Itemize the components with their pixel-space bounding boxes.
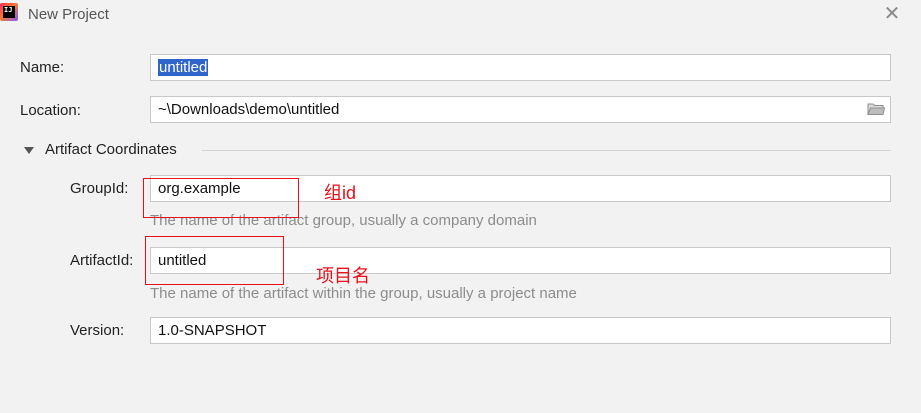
location-label: Location: [20,102,81,119]
artifactid-label: ArtifactId: [70,252,134,269]
location-input[interactable]: ~\Downloads\demo\untitled [150,96,891,123]
section-separator [202,150,891,151]
groupid-highlight-box [143,178,299,218]
name-input[interactable]: untitled [150,54,891,81]
version-label: Version: [70,322,125,339]
title-bar: IJ New Project ✕ [0,0,921,30]
artifactid-highlight-box [145,236,284,285]
name-input-value: untitled [158,59,209,76]
name-label: Name: [20,59,65,76]
version-input[interactable]: 1.0-SNAPSHOT [150,317,891,344]
artifact-coordinates-label: Artifact Coordinates [45,141,177,158]
window-title: New Project [28,6,109,23]
folder-icon[interactable] [867,102,885,116]
app-icon-text: IJ [3,6,15,18]
artifactid-annotation: 项目名 [316,266,370,286]
version-input-value: 1.0-SNAPSHOT [158,322,267,339]
groupid-annotation: 组id [324,183,357,203]
intellij-app-icon: IJ [0,3,18,21]
triangle-down-icon[interactable] [24,147,34,154]
groupid-label: GroupId: [70,180,129,197]
close-icon[interactable]: ✕ [883,4,901,24]
location-input-value: ~\Downloads\demo\untitled [158,101,340,118]
artifact-coordinates-toggle[interactable]: Artifact Coordinates [22,141,891,159]
